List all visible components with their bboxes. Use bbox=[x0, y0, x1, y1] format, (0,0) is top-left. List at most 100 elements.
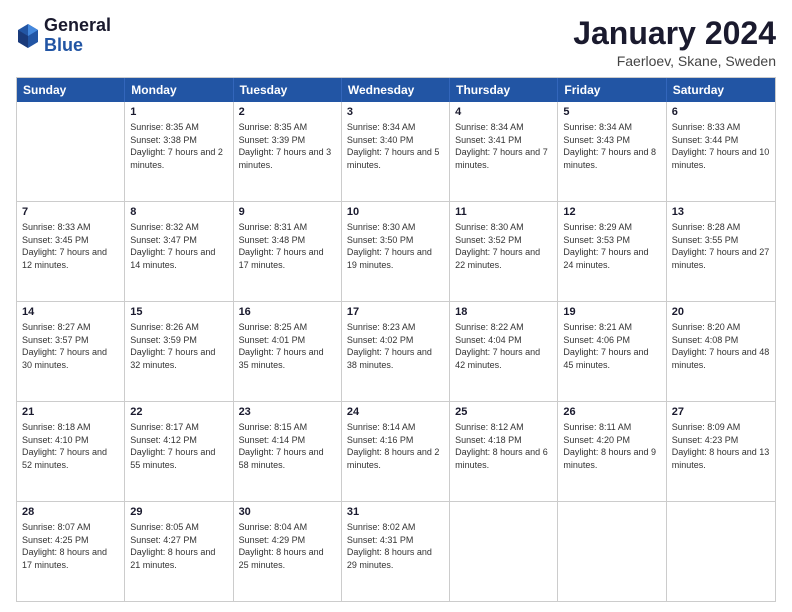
cal-cell: 23Sunrise: 8:15 AMSunset: 4:14 PMDayligh… bbox=[234, 402, 342, 501]
cell-text: Sunrise: 8:07 AMSunset: 4:25 PMDaylight:… bbox=[22, 521, 119, 571]
cell-text: Sunrise: 8:25 AMSunset: 4:01 PMDaylight:… bbox=[239, 321, 336, 371]
cell-text: Sunrise: 8:18 AMSunset: 4:10 PMDaylight:… bbox=[22, 421, 119, 471]
day-number: 27 bbox=[672, 405, 770, 420]
cal-cell: 29Sunrise: 8:05 AMSunset: 4:27 PMDayligh… bbox=[125, 502, 233, 601]
cal-cell: 14Sunrise: 8:27 AMSunset: 3:57 PMDayligh… bbox=[17, 302, 125, 401]
day-number: 12 bbox=[563, 205, 660, 220]
calendar: SundayMondayTuesdayWednesdayThursdayFrid… bbox=[16, 77, 776, 602]
header-day-monday: Monday bbox=[125, 78, 233, 102]
calendar-header: SundayMondayTuesdayWednesdayThursdayFrid… bbox=[17, 78, 775, 102]
cal-cell bbox=[450, 502, 558, 601]
header-day-sunday: Sunday bbox=[17, 78, 125, 102]
day-number: 20 bbox=[672, 305, 770, 320]
header-day-friday: Friday bbox=[558, 78, 666, 102]
cell-text: Sunrise: 8:02 AMSunset: 4:31 PMDaylight:… bbox=[347, 521, 444, 571]
cal-cell: 18Sunrise: 8:22 AMSunset: 4:04 PMDayligh… bbox=[450, 302, 558, 401]
cell-text: Sunrise: 8:35 AMSunset: 3:38 PMDaylight:… bbox=[130, 121, 227, 171]
day-number: 1 bbox=[130, 105, 227, 120]
header: General Blue January 2024 Faerloev, Skan… bbox=[16, 16, 776, 69]
logo-blue: Blue bbox=[44, 36, 111, 56]
cell-text: Sunrise: 8:26 AMSunset: 3:59 PMDaylight:… bbox=[130, 321, 227, 371]
day-number: 16 bbox=[239, 305, 336, 320]
cal-cell: 16Sunrise: 8:25 AMSunset: 4:01 PMDayligh… bbox=[234, 302, 342, 401]
day-number: 11 bbox=[455, 205, 552, 220]
cal-cell bbox=[17, 102, 125, 201]
cal-cell: 30Sunrise: 8:04 AMSunset: 4:29 PMDayligh… bbox=[234, 502, 342, 601]
cell-text: Sunrise: 8:34 AMSunset: 3:41 PMDaylight:… bbox=[455, 121, 552, 171]
day-number: 28 bbox=[22, 505, 119, 520]
logo: General Blue bbox=[16, 16, 111, 56]
month-title: January 2024 bbox=[573, 16, 776, 51]
cal-cell: 3Sunrise: 8:34 AMSunset: 3:40 PMDaylight… bbox=[342, 102, 450, 201]
logo-general: General bbox=[44, 16, 111, 36]
cal-cell: 5Sunrise: 8:34 AMSunset: 3:43 PMDaylight… bbox=[558, 102, 666, 201]
cal-cell: 17Sunrise: 8:23 AMSunset: 4:02 PMDayligh… bbox=[342, 302, 450, 401]
cell-text: Sunrise: 8:33 AMSunset: 3:44 PMDaylight:… bbox=[672, 121, 770, 171]
cell-text: Sunrise: 8:04 AMSunset: 4:29 PMDaylight:… bbox=[239, 521, 336, 571]
cell-text: Sunrise: 8:09 AMSunset: 4:23 PMDaylight:… bbox=[672, 421, 770, 471]
cal-cell: 6Sunrise: 8:33 AMSunset: 3:44 PMDaylight… bbox=[667, 102, 775, 201]
cal-cell: 1Sunrise: 8:35 AMSunset: 3:38 PMDaylight… bbox=[125, 102, 233, 201]
cell-text: Sunrise: 8:15 AMSunset: 4:14 PMDaylight:… bbox=[239, 421, 336, 471]
cal-cell: 15Sunrise: 8:26 AMSunset: 3:59 PMDayligh… bbox=[125, 302, 233, 401]
cal-cell: 24Sunrise: 8:14 AMSunset: 4:16 PMDayligh… bbox=[342, 402, 450, 501]
header-day-tuesday: Tuesday bbox=[234, 78, 342, 102]
cell-text: Sunrise: 8:28 AMSunset: 3:55 PMDaylight:… bbox=[672, 221, 770, 271]
cell-text: Sunrise: 8:32 AMSunset: 3:47 PMDaylight:… bbox=[130, 221, 227, 271]
cal-cell: 20Sunrise: 8:20 AMSunset: 4:08 PMDayligh… bbox=[667, 302, 775, 401]
cal-cell: 8Sunrise: 8:32 AMSunset: 3:47 PMDaylight… bbox=[125, 202, 233, 301]
day-number: 26 bbox=[563, 405, 660, 420]
cell-text: Sunrise: 8:35 AMSunset: 3:39 PMDaylight:… bbox=[239, 121, 336, 171]
day-number: 15 bbox=[130, 305, 227, 320]
day-number: 30 bbox=[239, 505, 336, 520]
header-day-wednesday: Wednesday bbox=[342, 78, 450, 102]
page: General Blue January 2024 Faerloev, Skan… bbox=[0, 0, 792, 612]
header-day-saturday: Saturday bbox=[667, 78, 775, 102]
cal-cell: 25Sunrise: 8:12 AMSunset: 4:18 PMDayligh… bbox=[450, 402, 558, 501]
calendar-body: 1Sunrise: 8:35 AMSunset: 3:38 PMDaylight… bbox=[17, 102, 775, 601]
cal-cell: 19Sunrise: 8:21 AMSunset: 4:06 PMDayligh… bbox=[558, 302, 666, 401]
day-number: 19 bbox=[563, 305, 660, 320]
day-number: 24 bbox=[347, 405, 444, 420]
cal-cell: 9Sunrise: 8:31 AMSunset: 3:48 PMDaylight… bbox=[234, 202, 342, 301]
cell-text: Sunrise: 8:34 AMSunset: 3:40 PMDaylight:… bbox=[347, 121, 444, 171]
cell-text: Sunrise: 8:30 AMSunset: 3:52 PMDaylight:… bbox=[455, 221, 552, 271]
cal-cell: 10Sunrise: 8:30 AMSunset: 3:50 PMDayligh… bbox=[342, 202, 450, 301]
logo-text: General Blue bbox=[44, 16, 111, 56]
day-number: 8 bbox=[130, 205, 227, 220]
header-day-thursday: Thursday bbox=[450, 78, 558, 102]
cell-text: Sunrise: 8:20 AMSunset: 4:08 PMDaylight:… bbox=[672, 321, 770, 371]
cell-text: Sunrise: 8:23 AMSunset: 4:02 PMDaylight:… bbox=[347, 321, 444, 371]
cal-cell: 11Sunrise: 8:30 AMSunset: 3:52 PMDayligh… bbox=[450, 202, 558, 301]
day-number: 4 bbox=[455, 105, 552, 120]
cell-text: Sunrise: 8:11 AMSunset: 4:20 PMDaylight:… bbox=[563, 421, 660, 471]
cal-cell: 28Sunrise: 8:07 AMSunset: 4:25 PMDayligh… bbox=[17, 502, 125, 601]
cal-cell: 12Sunrise: 8:29 AMSunset: 3:53 PMDayligh… bbox=[558, 202, 666, 301]
day-number: 5 bbox=[563, 105, 660, 120]
location: Faerloev, Skane, Sweden bbox=[573, 53, 776, 69]
cell-text: Sunrise: 8:21 AMSunset: 4:06 PMDaylight:… bbox=[563, 321, 660, 371]
cell-text: Sunrise: 8:14 AMSunset: 4:16 PMDaylight:… bbox=[347, 421, 444, 471]
day-number: 7 bbox=[22, 205, 119, 220]
week-row-1: 1Sunrise: 8:35 AMSunset: 3:38 PMDaylight… bbox=[17, 102, 775, 201]
cell-text: Sunrise: 8:12 AMSunset: 4:18 PMDaylight:… bbox=[455, 421, 552, 471]
day-number: 25 bbox=[455, 405, 552, 420]
cell-text: Sunrise: 8:33 AMSunset: 3:45 PMDaylight:… bbox=[22, 221, 119, 271]
day-number: 29 bbox=[130, 505, 227, 520]
cell-text: Sunrise: 8:17 AMSunset: 4:12 PMDaylight:… bbox=[130, 421, 227, 471]
day-number: 3 bbox=[347, 105, 444, 120]
cal-cell bbox=[558, 502, 666, 601]
cal-cell: 7Sunrise: 8:33 AMSunset: 3:45 PMDaylight… bbox=[17, 202, 125, 301]
cell-text: Sunrise: 8:34 AMSunset: 3:43 PMDaylight:… bbox=[563, 121, 660, 171]
week-row-2: 7Sunrise: 8:33 AMSunset: 3:45 PMDaylight… bbox=[17, 201, 775, 301]
cal-cell: 22Sunrise: 8:17 AMSunset: 4:12 PMDayligh… bbox=[125, 402, 233, 501]
week-row-4: 21Sunrise: 8:18 AMSunset: 4:10 PMDayligh… bbox=[17, 401, 775, 501]
title-block: January 2024 Faerloev, Skane, Sweden bbox=[573, 16, 776, 69]
cell-text: Sunrise: 8:27 AMSunset: 3:57 PMDaylight:… bbox=[22, 321, 119, 371]
cal-cell: 31Sunrise: 8:02 AMSunset: 4:31 PMDayligh… bbox=[342, 502, 450, 601]
day-number: 2 bbox=[239, 105, 336, 120]
day-number: 10 bbox=[347, 205, 444, 220]
cal-cell: 26Sunrise: 8:11 AMSunset: 4:20 PMDayligh… bbox=[558, 402, 666, 501]
day-number: 21 bbox=[22, 405, 119, 420]
day-number: 17 bbox=[347, 305, 444, 320]
